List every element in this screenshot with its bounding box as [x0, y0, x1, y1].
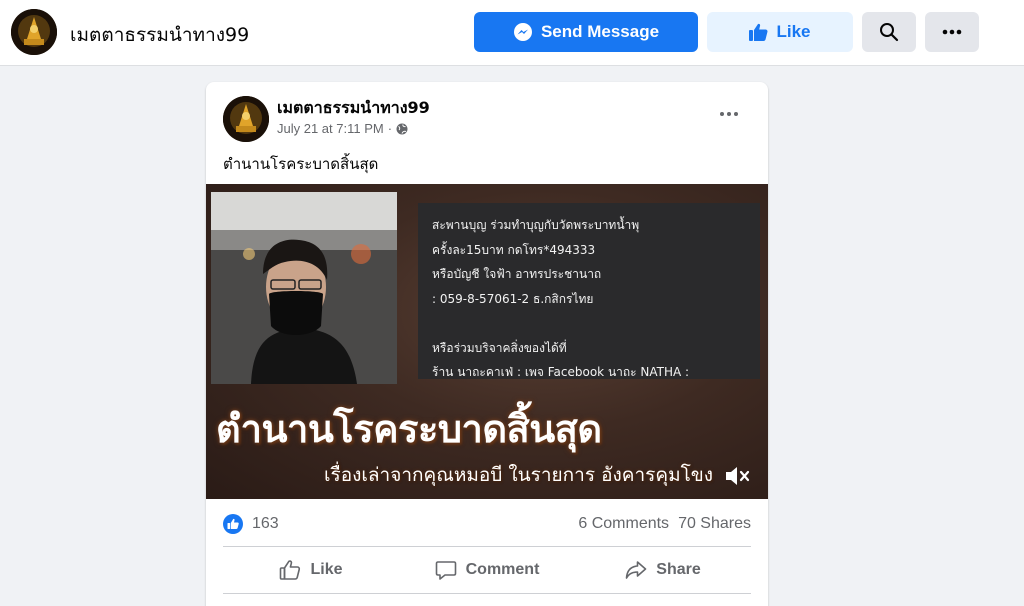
like-button[interactable]: Like — [223, 550, 399, 590]
comment-button[interactable]: Comment — [399, 550, 575, 590]
search-icon — [880, 23, 899, 42]
page-header: เมตตาธรรมนำทาง99 Send Message Like — [0, 0, 1024, 66]
info-line: ครั้งละ15บาท กดโทร*494333 — [432, 242, 596, 257]
page-name[interactable]: เมตตาธรรมนำทาง99 — [70, 20, 249, 50]
engagement-counts: 6 Comments 70 Shares — [578, 515, 751, 533]
info-line: สะพานบุญ ร่วมทำบุญกับวัดพระบาทน้ำพุ — [432, 218, 640, 232]
post-timestamp[interactable]: July 21 at 7:11 PM — [277, 121, 384, 136]
comment-icon — [435, 561, 456, 580]
thumbs-up-outline-icon — [280, 560, 301, 580]
thumbs-up-icon — [749, 23, 768, 41]
share-button[interactable]: Share — [575, 550, 751, 590]
share-label: Share — [656, 561, 701, 578]
post-author-name[interactable]: เมตตาธรรมนำทาง99 — [277, 96, 430, 121]
post-stats: 163 6 Comments 70 Shares — [223, 510, 751, 538]
reactions-summary[interactable]: 163 — [223, 514, 279, 534]
send-message-label: Send Message — [540, 22, 660, 41]
post-text: ตำนานโรคระบาดสิ้นสุด — [223, 155, 379, 173]
video-title-overlay: ตำนานโรคระบาดสิ้นสุด — [216, 407, 602, 451]
like-page-button[interactable]: Like — [707, 12, 853, 52]
post-actions: Like Comment Share — [223, 550, 751, 590]
comment-label: Comment — [465, 561, 540, 578]
post-meta: July 21 at 7:11 PM · — [277, 121, 408, 136]
video-speaker-thumbnail — [211, 192, 397, 384]
post-card: เมตตาธรรมนำทาง99 July 21 at 7:11 PM · ตำ… — [206, 82, 768, 606]
shares-count[interactable]: 70 Shares — [678, 515, 751, 533]
divider — [223, 546, 751, 547]
meta-separator: · — [387, 121, 393, 136]
post-options-button[interactable] — [714, 104, 744, 124]
messenger-icon — [513, 23, 532, 41]
more-options-button[interactable] — [925, 12, 979, 52]
video-info-panel: สะพานบุญ ร่วมทำบุญกับวัดพระบาทน้ำพุ ครั้… — [418, 203, 760, 379]
more-horizontal-icon — [720, 112, 738, 116]
like-label: Like — [310, 561, 343, 578]
video-subtitle-overlay: เรื่องเล่าจากคุณหมอบี ในรายการ อังคารคุม… — [324, 464, 714, 486]
info-line: ร้าน นาถะคาเฟ่ : เพจ Facebook นาถะ NATHA… — [432, 365, 690, 379]
info-line — [432, 311, 746, 336]
video-player[interactable]: สะพานบุญ ร่วมทำบุญกับวัดพระบาทน้ำพุ ครั้… — [206, 184, 768, 499]
info-line: : 059-8-57061-2 ธ.กสิกรไทย — [432, 291, 594, 306]
mute-icon[interactable] — [724, 465, 750, 487]
info-line: หรือบัญชี ใจฟ้า อาทรประชานาถ — [432, 267, 602, 281]
globe-icon — [396, 123, 408, 134]
like-page-label: Like — [776, 22, 811, 41]
more-icon — [942, 29, 962, 35]
reaction-count: 163 — [252, 515, 279, 532]
page-avatar[interactable] — [11, 9, 57, 55]
divider — [223, 593, 751, 594]
share-icon — [625, 561, 647, 579]
send-message-button[interactable]: Send Message — [474, 12, 698, 52]
info-line: หรือร่วมบริจาคสิ่งของได้ที่ — [432, 340, 567, 355]
search-button[interactable] — [862, 12, 916, 52]
post-author-avatar[interactable] — [223, 96, 269, 142]
like-reaction-icon — [223, 514, 243, 534]
comments-count[interactable]: 6 Comments — [578, 515, 669, 533]
